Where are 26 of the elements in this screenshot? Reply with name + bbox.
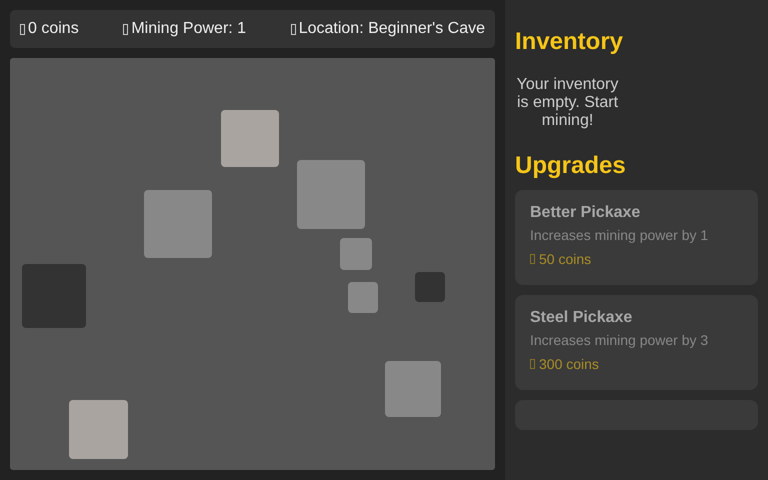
upgrade-description: Increases mining power by 3 [530, 332, 710, 348]
stat-text: 0 coins [28, 20, 79, 38]
upgrade-name: Steel Pickaxe [530, 309, 634, 327]
upgrade-cost: 50 coins [539, 251, 592, 267]
upgrade-description: Increases mining power by 1 [530, 227, 710, 243]
rock-block[interactable] [415, 272, 445, 302]
rock-block[interactable] [221, 110, 279, 167]
missing-glyph-icon [20, 24, 25, 34]
missing-glyph-icon [290, 24, 296, 34]
upgrade-name: Better Pickaxe [530, 204, 642, 222]
inventory-heading: Inventory [515, 28, 624, 56]
rock-block[interactable] [340, 238, 372, 270]
missing-glyph-icon [530, 254, 535, 264]
empty-inventory-message: Your inventory is empty. Start mining! [516, 76, 620, 130]
upgrade-cost: 300 coins [539, 356, 599, 372]
rock-block[interactable] [385, 361, 441, 417]
rock-block[interactable] [144, 190, 212, 258]
stat-text: Mining Power: 1 [131, 20, 246, 38]
rock-block[interactable] [297, 160, 365, 229]
missing-glyph-icon [530, 359, 535, 369]
missing-glyph-icon [123, 24, 128, 34]
rock-block[interactable] [22, 264, 86, 328]
rock-block[interactable] [348, 282, 378, 313]
rock-block[interactable] [69, 400, 128, 459]
stat-text: Location: Beginner's Cave [298, 20, 485, 38]
upgrades-heading: Upgrades [515, 152, 627, 180]
